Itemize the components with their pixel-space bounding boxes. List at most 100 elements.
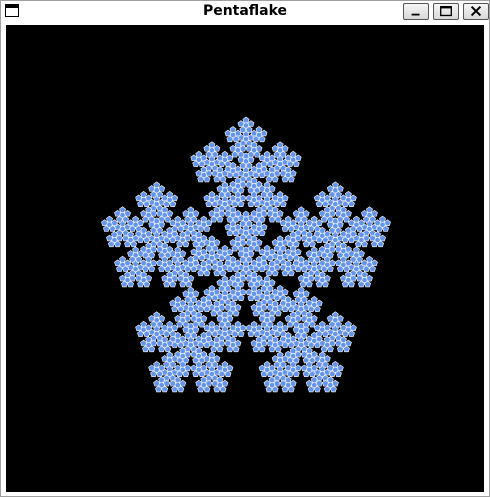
pentagon xyxy=(300,314,308,322)
pentagon xyxy=(192,259,200,267)
pentagon xyxy=(250,209,258,217)
pentagon xyxy=(161,230,169,238)
title-bar[interactable]: Pentaflake xyxy=(1,1,489,23)
pentagon xyxy=(239,274,247,282)
pentagon xyxy=(334,259,342,267)
pentagon xyxy=(371,259,378,267)
pentagon xyxy=(245,180,253,188)
pentagon xyxy=(145,274,153,282)
pentagon xyxy=(250,129,258,137)
pentagon xyxy=(229,194,237,202)
pentagon xyxy=(140,209,148,217)
pentagon xyxy=(195,169,203,177)
pentagon xyxy=(326,364,334,372)
pentagon xyxy=(211,379,219,387)
pentagon xyxy=(179,335,187,343)
pentagon xyxy=(166,320,174,328)
pentagon xyxy=(281,145,289,152)
pentagon xyxy=(161,355,169,362)
pentagon xyxy=(300,234,308,242)
pentagon xyxy=(323,355,331,362)
pentagon xyxy=(218,303,226,311)
pentagon xyxy=(318,259,326,267)
pentagon xyxy=(297,286,305,294)
pentagon xyxy=(268,364,276,372)
pentagon xyxy=(366,255,373,263)
pentagon xyxy=(379,234,386,242)
pentagon xyxy=(344,259,352,267)
pentagon xyxy=(166,259,174,267)
pentagon xyxy=(268,248,276,255)
pentagon xyxy=(300,350,308,358)
pentagon xyxy=(119,206,126,213)
pentagon xyxy=(263,360,271,368)
pentagon xyxy=(289,219,297,226)
pentagon xyxy=(258,154,266,162)
pentagon xyxy=(158,314,166,322)
pentagon xyxy=(258,248,266,255)
pentagon xyxy=(302,209,310,217)
pentagon xyxy=(239,238,247,246)
pentagon xyxy=(268,154,276,162)
pentagon xyxy=(353,246,360,253)
pentagon xyxy=(229,126,237,133)
pentagon xyxy=(334,245,342,253)
close-button[interactable] xyxy=(463,3,489,20)
pentagon xyxy=(328,339,336,347)
pentagon xyxy=(190,248,198,255)
pentagon xyxy=(245,288,253,296)
pentagon xyxy=(216,314,224,322)
pentagon xyxy=(255,324,263,331)
pentagon xyxy=(174,296,182,303)
pentagon xyxy=(374,219,381,226)
pentagon xyxy=(216,279,224,286)
pentagon xyxy=(260,223,268,231)
pentagon xyxy=(258,314,266,322)
pentagon xyxy=(203,145,211,152)
pentagon xyxy=(156,339,164,347)
minimize-button[interactable] xyxy=(403,3,429,20)
pentagon xyxy=(190,364,198,372)
pentagon xyxy=(271,324,279,331)
pentagon xyxy=(169,299,177,307)
pentagon xyxy=(174,314,182,322)
pentagon xyxy=(171,274,179,282)
pentagon xyxy=(255,238,263,246)
pentagon xyxy=(190,234,198,242)
pentagon xyxy=(137,219,144,226)
pentagon xyxy=(263,379,271,387)
pentagon xyxy=(211,169,219,177)
pentagon xyxy=(166,209,174,217)
pentagon xyxy=(169,219,177,226)
pentagon xyxy=(119,274,126,282)
pentagon xyxy=(318,191,326,198)
pentagon xyxy=(344,191,352,198)
pentagon xyxy=(182,259,190,267)
pentagon xyxy=(140,320,148,328)
pentagon xyxy=(153,360,161,368)
maximize-button[interactable] xyxy=(433,3,459,20)
pentagon xyxy=(323,324,331,331)
pentagon xyxy=(179,379,187,387)
pentagon xyxy=(297,206,305,213)
maximize-icon xyxy=(440,5,452,17)
pentagon xyxy=(271,238,279,246)
pentagon xyxy=(224,209,232,217)
pentagon xyxy=(213,238,221,246)
pentagon xyxy=(205,299,213,307)
pentagon xyxy=(271,355,279,362)
pentagon xyxy=(203,288,211,296)
pentagon xyxy=(245,145,253,152)
pentagon xyxy=(211,263,219,271)
pentagon xyxy=(234,209,242,217)
pentagon xyxy=(362,234,370,242)
pentagon xyxy=(349,194,357,202)
pentagon xyxy=(294,314,302,322)
pentagon xyxy=(250,339,258,347)
pentagon xyxy=(239,180,247,188)
pentagon xyxy=(371,209,378,217)
window-menu-icon[interactable] xyxy=(5,4,19,17)
pentagon xyxy=(276,209,284,217)
pentagon xyxy=(247,120,255,127)
pentagon xyxy=(229,288,237,296)
